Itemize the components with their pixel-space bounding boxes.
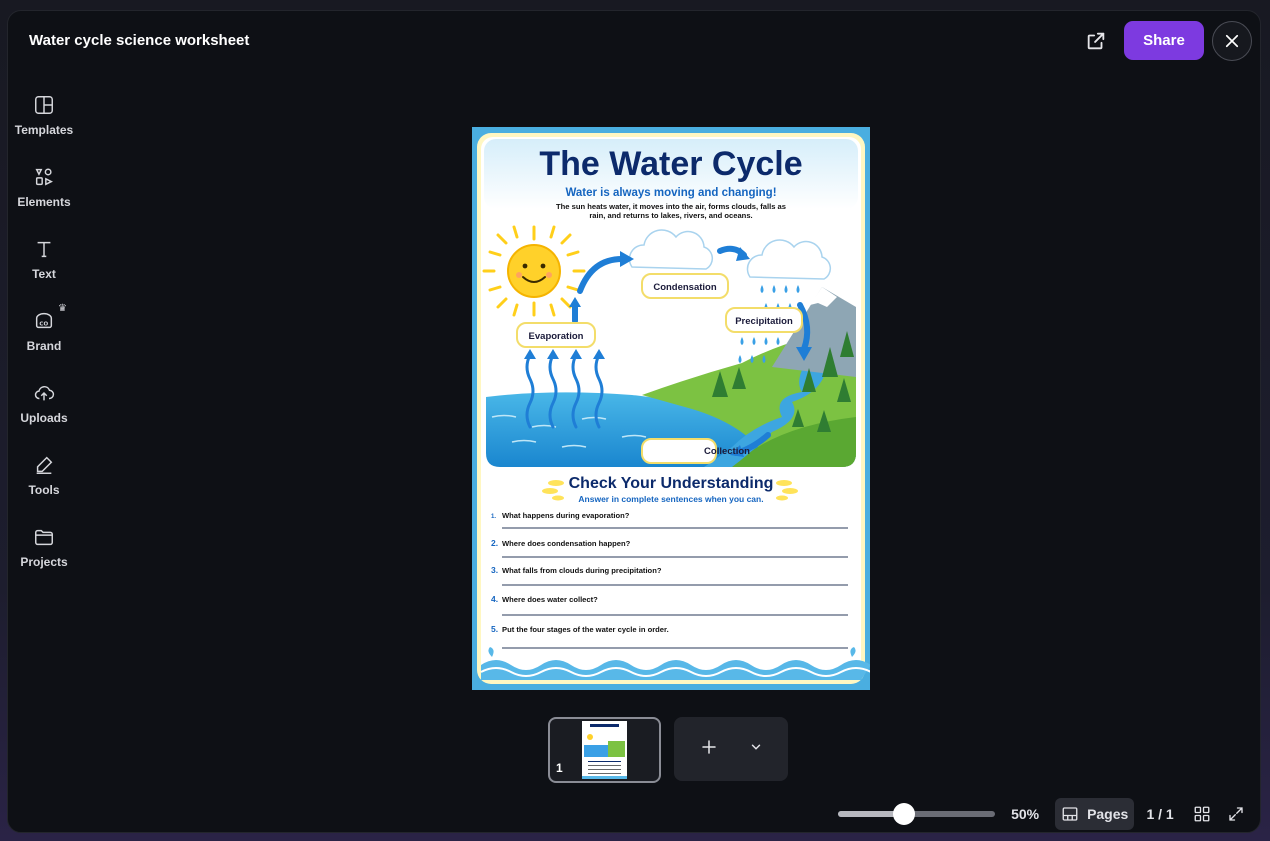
editor-window: Water cycle science worksheet Share Temp…: [7, 10, 1261, 833]
worksheet-title: The Water Cycle: [539, 145, 802, 183]
question-number: 5.: [491, 624, 498, 634]
add-page-control: [674, 717, 788, 781]
plus-icon: [701, 739, 716, 754]
sidebar: Templates Elements Text ♛ CO Brand Uploa…: [8, 89, 80, 593]
uploads-icon: [34, 385, 55, 401]
worksheet-page[interactable]: The Water Cycle Water is always moving a…: [472, 127, 870, 690]
templates-icon: [35, 96, 53, 114]
sidebar-item-label: Uploads: [20, 411, 68, 425]
question-text: Where does water collect?: [502, 595, 598, 604]
add-page-options-button[interactable]: [749, 740, 763, 759]
pages-icon: [1062, 807, 1078, 821]
sidebar-item-projects[interactable]: Projects: [8, 521, 80, 593]
question-number: 3.: [491, 565, 498, 575]
worksheet-intro-line-2: rain, and returns to lakes, rivers, and …: [589, 211, 752, 220]
sidebar-item-label: Brand: [26, 339, 62, 353]
crown-icon: ♛: [58, 303, 67, 314]
label-condensation: Condensation: [653, 282, 717, 293]
chevron-down-icon: [751, 744, 760, 750]
worksheet-subtitle: Water is always moving and changing!: [565, 187, 776, 199]
page-thumbnail-preview: [582, 721, 627, 779]
text-icon: [37, 241, 51, 258]
tools-icon: [36, 456, 53, 474]
bottom-toolbar: 50% Pages 1 / 1: [838, 797, 1248, 831]
pages-label: Pages: [1087, 806, 1129, 822]
close-icon: [1225, 34, 1239, 48]
label-precipitation: Precipitation: [735, 316, 793, 327]
sidebar-item-templates[interactable]: Templates: [8, 89, 80, 161]
question-number: 2.: [491, 538, 498, 548]
page-thumbnail[interactable]: 1: [548, 717, 661, 783]
question-text: What falls from clouds during precipitat…: [502, 566, 662, 575]
grid-view-button[interactable]: [1190, 802, 1214, 826]
question-number: 1.: [491, 514, 496, 520]
close-button[interactable]: [1212, 21, 1252, 61]
label-collection: Collection: [704, 446, 750, 457]
expand-icon: [1229, 807, 1243, 821]
share-button[interactable]: Share: [1124, 21, 1204, 60]
page-count: 1 / 1: [1146, 806, 1174, 822]
sidebar-item-uploads[interactable]: Uploads: [8, 377, 80, 449]
fullscreen-button[interactable]: [1224, 802, 1248, 826]
elements-icon: [35, 168, 53, 186]
zoom-slider[interactable]: [838, 803, 996, 825]
sidebar-item-label: Elements: [17, 195, 71, 209]
check-subtitle: Answer in complete sentences when you ca…: [578, 494, 763, 504]
worksheet-intro-line-1: The sun heats water, it moves into the a…: [556, 202, 786, 211]
question-text: Where does condensation happen?: [502, 539, 631, 548]
sidebar-item-brand[interactable]: ♛ CO Brand: [8, 303, 80, 377]
sidebar-item-elements[interactable]: Elements: [8, 161, 80, 233]
document-title[interactable]: Water cycle science worksheet: [29, 32, 249, 49]
open-external-icon[interactable]: [1082, 27, 1110, 55]
projects-icon: [35, 529, 53, 546]
sidebar-item-label: Text: [32, 267, 56, 281]
sidebar-item-tools[interactable]: Tools: [8, 449, 80, 521]
pages-button[interactable]: Pages: [1054, 798, 1135, 830]
question-number: 4.: [491, 594, 498, 604]
page-strip: 1: [548, 717, 788, 783]
add-page-button[interactable]: [700, 738, 718, 761]
zoom-slider-thumb[interactable]: [892, 803, 915, 825]
brand-icon: CO: [35, 312, 53, 329]
sidebar-item-label: Templates: [14, 123, 74, 137]
question-text: What happens during evaporation?: [502, 511, 630, 520]
sidebar-item-label: Projects: [20, 555, 68, 569]
page-number: 1: [556, 761, 563, 775]
question-text: Put the four stages of the water cycle i…: [502, 625, 669, 634]
sidebar-item-text[interactable]: Text: [8, 233, 80, 305]
zoom-level[interactable]: 50%: [1011, 806, 1045, 822]
grid-icon: [1194, 806, 1210, 822]
svg-text:CO: CO: [39, 322, 48, 328]
check-title: Check Your Understanding: [569, 475, 774, 492]
label-evaporation: Evaporation: [529, 331, 584, 342]
sidebar-item-label: Tools: [28, 483, 60, 497]
